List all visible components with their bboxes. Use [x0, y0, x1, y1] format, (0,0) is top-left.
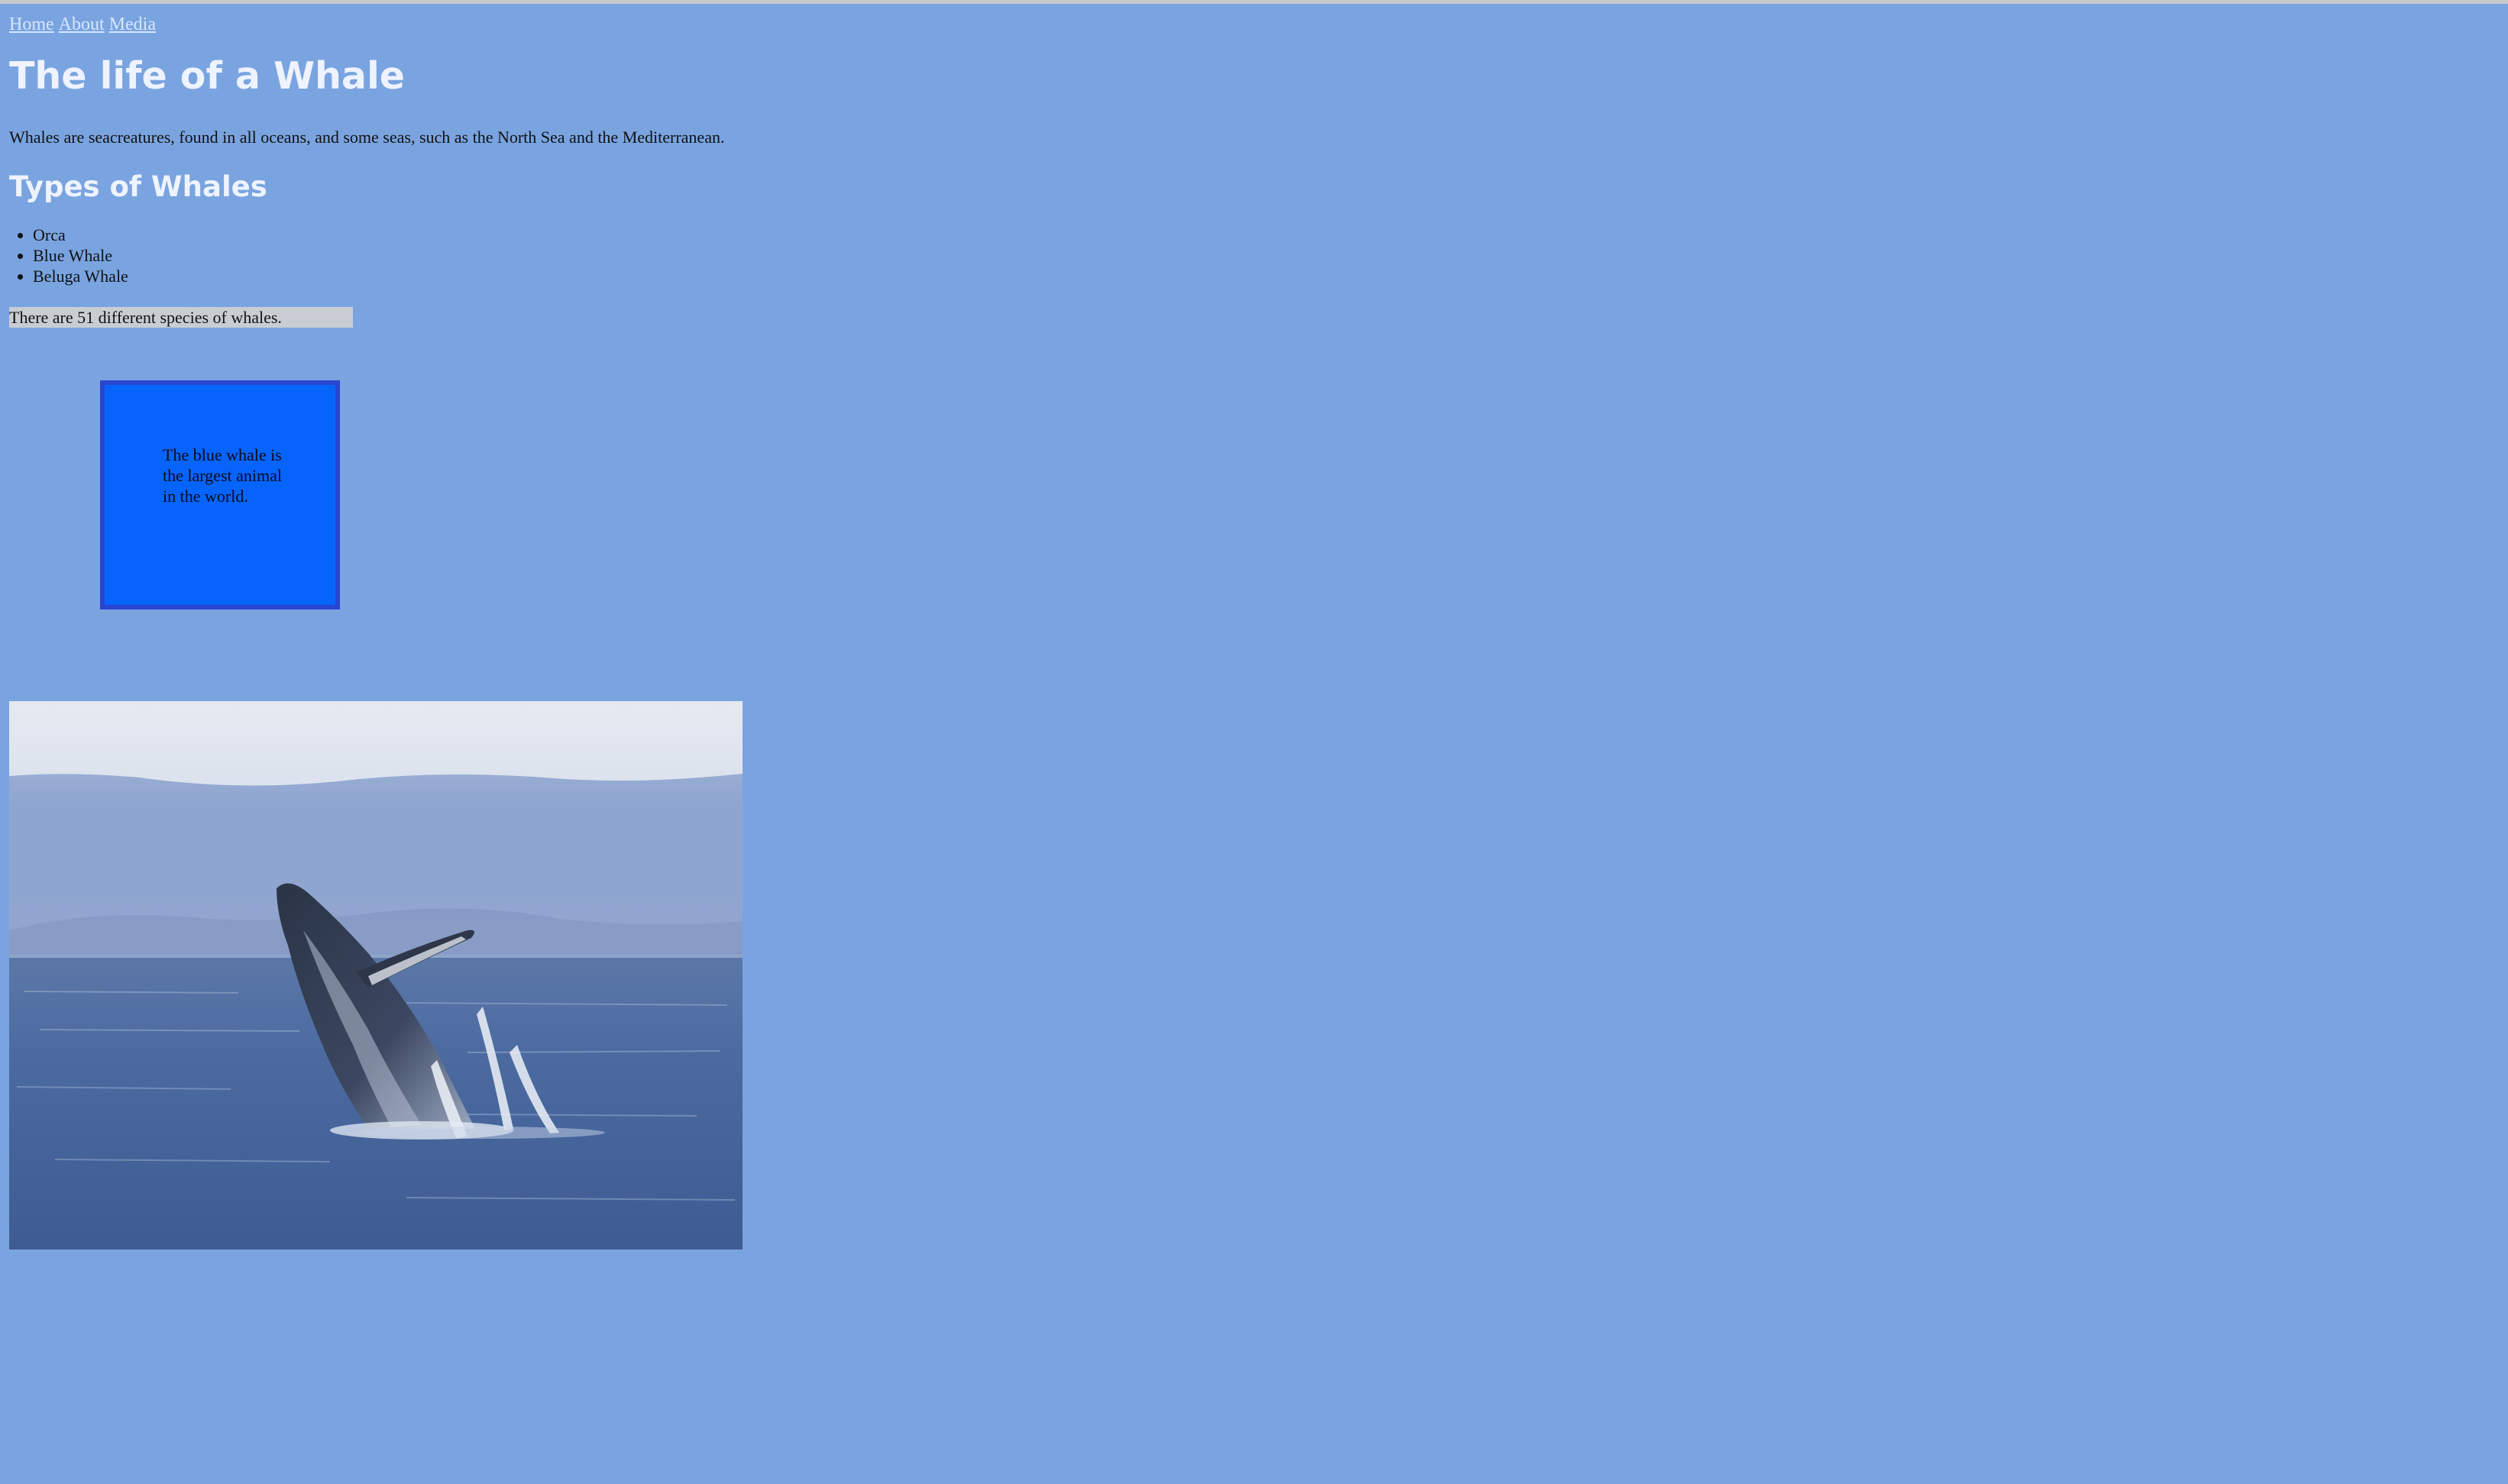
types-list: Orca Blue Whale Beluga Whale	[9, 225, 128, 286]
list-item: Blue Whale	[33, 245, 128, 266]
nav-link-media[interactable]: Media	[109, 15, 156, 34]
nav-link-home[interactable]: Home	[9, 15, 54, 34]
fact-box-text: The blue whale is the largest animal in …	[163, 445, 282, 506]
page-title: The life of a Whale	[9, 54, 405, 98]
species-note: There are 51 different species of whales…	[9, 307, 353, 328]
whale-photo	[9, 701, 743, 1250]
intro-paragraph: Whales are seacreatures, found in all oc…	[9, 128, 725, 147]
top-nav: Home About Media	[9, 14, 160, 35]
list-item: Orca	[33, 225, 128, 245]
nav-link-about[interactable]: About	[59, 15, 105, 34]
list-item: Beluga Whale	[33, 266, 128, 286]
whale-image	[9, 701, 743, 1250]
top-border	[0, 0, 2508, 4]
types-heading: Types of Whales	[9, 170, 267, 203]
fact-box: The blue whale is the largest animal in …	[100, 380, 340, 609]
